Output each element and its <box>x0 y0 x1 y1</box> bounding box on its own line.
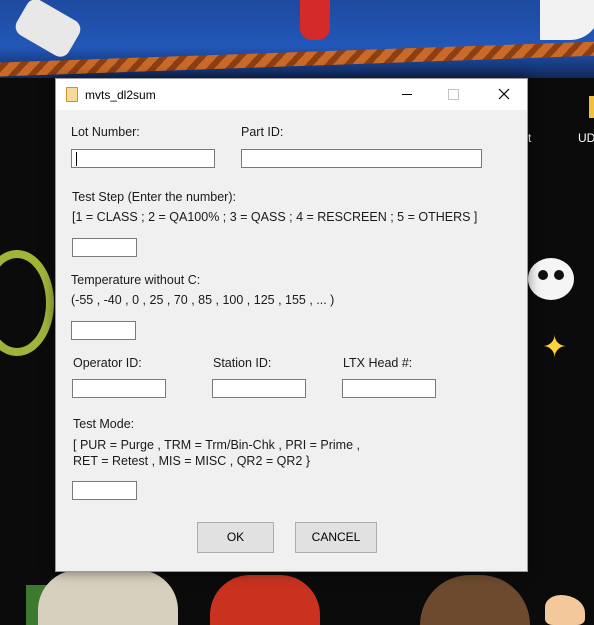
temperature-hint: (-55 , -40 , 0 , 25 , 70 , 85 , 100 , 12… <box>71 293 335 307</box>
wallpaper-figure <box>38 570 178 625</box>
title-bar[interactable]: mvts_dl2sum <box>56 79 527 110</box>
test-step-label: Test Step (Enter the number): <box>72 190 236 204</box>
test-step-input[interactable] <box>72 238 137 257</box>
maximize-icon <box>430 79 476 110</box>
wallpaper-shape <box>540 0 594 40</box>
wallpaper-figure <box>210 575 320 625</box>
cancel-button[interactable]: CANCEL <box>295 522 377 553</box>
star-icon: ✦ <box>542 331 568 364</box>
wallpaper-shape <box>300 0 330 40</box>
skull-icon <box>528 258 574 300</box>
lot-number-label: Lot Number: <box>71 125 140 139</box>
wallpaper-figure <box>545 595 585 625</box>
station-id-input[interactable] <box>212 379 306 398</box>
temperature-label: Temperature without C: <box>71 273 201 287</box>
test-mode-hint-line2: RET = Retest , MIS = MISC , QR2 = QR2 } <box>73 454 310 468</box>
ok-button[interactable]: OK <box>197 522 274 553</box>
wallpaper-ring <box>0 250 54 356</box>
desktop-icon-label: UD <box>578 131 594 145</box>
part-id-label: Part ID: <box>241 125 284 139</box>
ltx-head-input[interactable] <box>342 379 436 398</box>
desktop-icon-label: t <box>528 131 532 145</box>
test-mode-input[interactable] <box>72 481 137 500</box>
text-caret <box>76 152 77 166</box>
window-title: mvts_dl2sum <box>85 88 156 102</box>
dialog-window: mvts_dl2sum Lot Number: Part ID: Test St… <box>55 78 528 572</box>
test-mode-hint-line1: [ PUR = Purge , TRM = Trm/Bin-Chk , PRI … <box>73 438 360 452</box>
minimize-icon[interactable] <box>384 79 430 110</box>
ltx-head-label: LTX Head #: <box>343 356 413 370</box>
test-mode-label: Test Mode: <box>73 417 135 431</box>
app-icon <box>66 87 78 102</box>
operator-id-input[interactable] <box>72 379 166 398</box>
wallpaper-figure <box>420 575 530 625</box>
part-id-input[interactable] <box>241 149 482 168</box>
operator-id-label: Operator ID: <box>73 356 142 370</box>
station-id-label: Station ID: <box>213 356 272 370</box>
lot-number-input[interactable] <box>71 149 215 168</box>
test-step-hint: [1 = CLASS ; 2 = QA100% ; 3 = QASS ; 4 =… <box>72 210 478 224</box>
folder-icon[interactable] <box>589 96 594 118</box>
close-icon[interactable] <box>480 79 526 110</box>
temperature-input[interactable] <box>71 321 136 340</box>
